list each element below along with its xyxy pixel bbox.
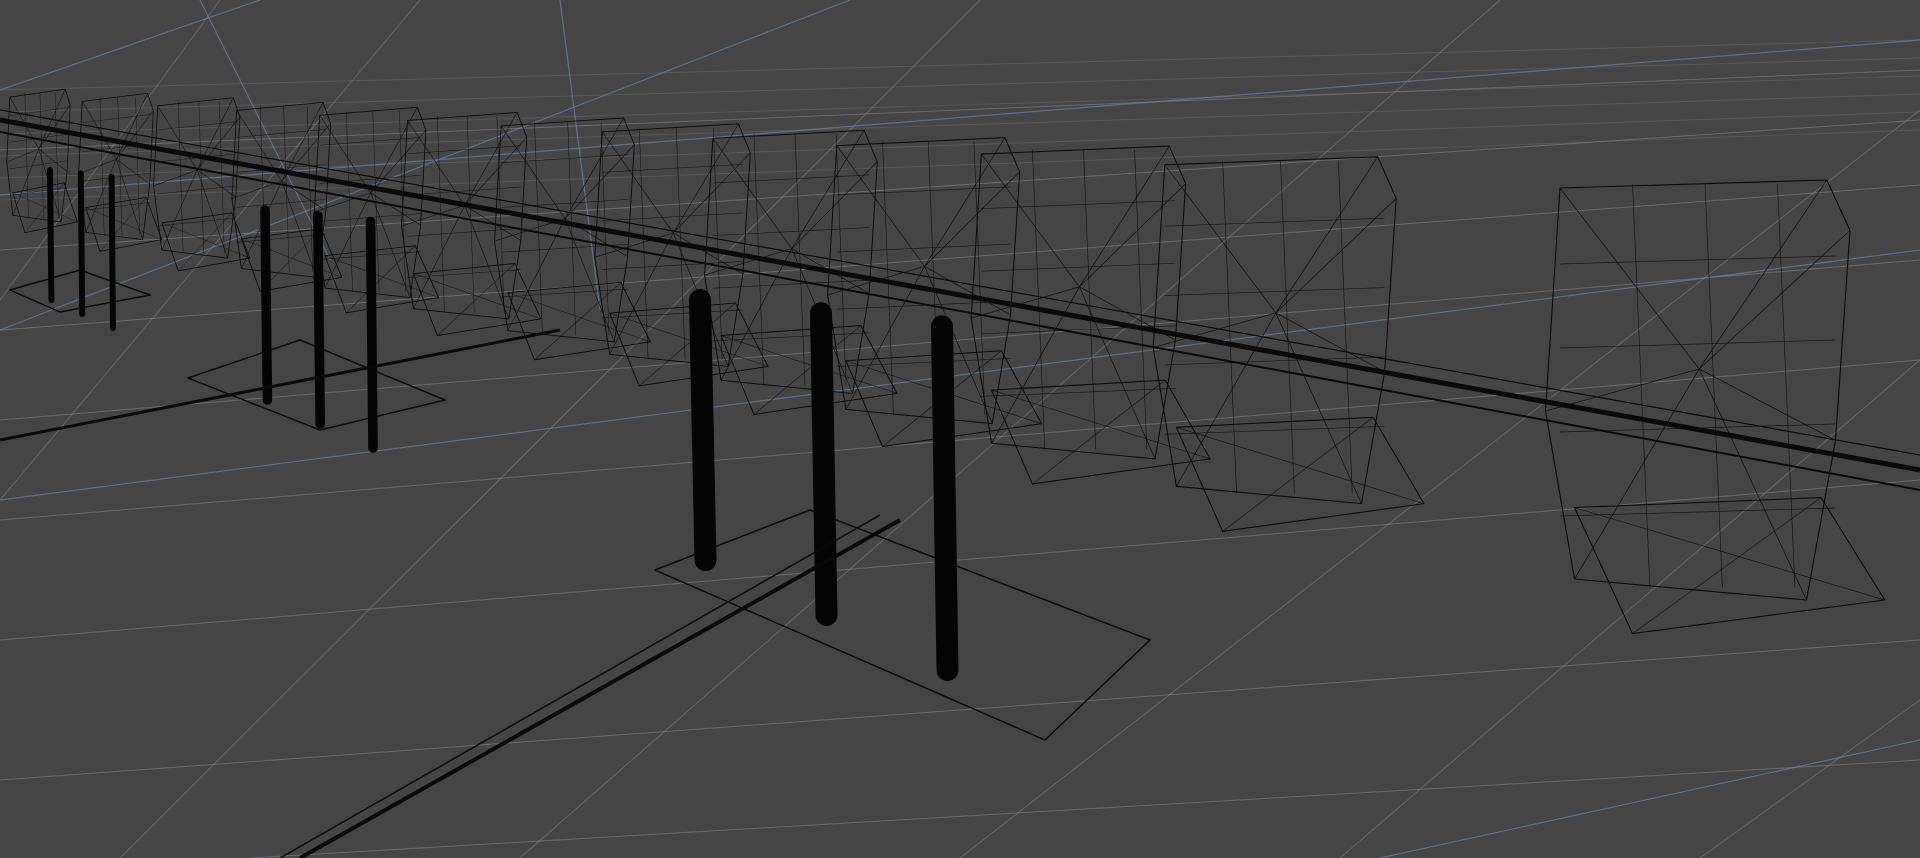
3d-viewport[interactable] xyxy=(0,0,1920,858)
viewport-background xyxy=(0,0,1920,858)
bench-leg xyxy=(689,289,717,571)
bench-leg xyxy=(931,315,959,681)
bench-leg xyxy=(312,210,326,429)
wireframe-scene[interactable] xyxy=(0,0,1920,858)
bench-leg xyxy=(47,167,55,303)
bench-leg xyxy=(108,173,116,331)
bench-leg xyxy=(77,170,86,317)
bench-leg xyxy=(260,205,273,405)
bench-leg xyxy=(365,216,378,453)
bench-leg xyxy=(810,302,838,626)
